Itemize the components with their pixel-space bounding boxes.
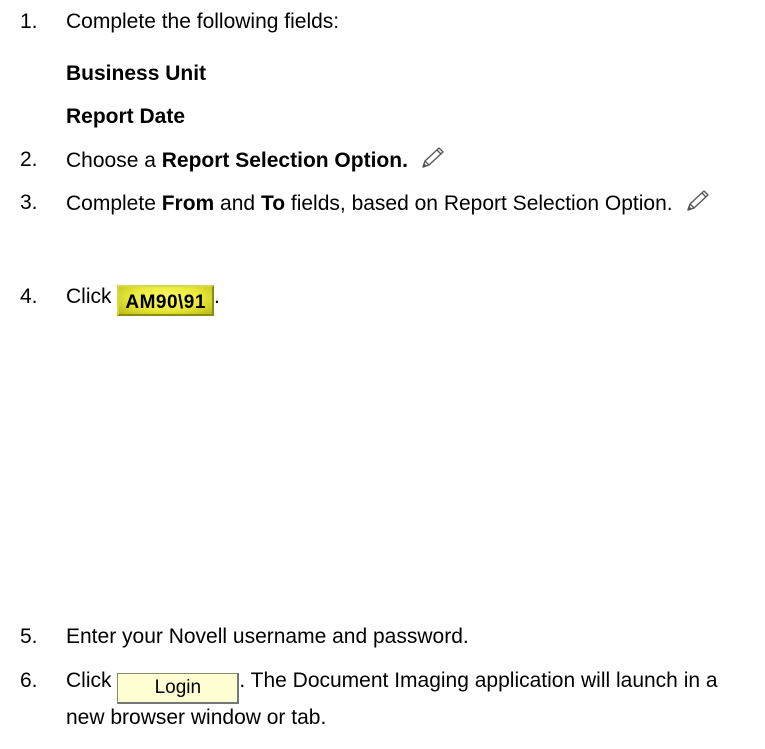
step-number: 1.	[20, 10, 38, 33]
field-report-date: Report Date	[66, 105, 186, 128]
step-number: 4.	[20, 285, 38, 308]
step-text: Complete the following fields:	[66, 10, 340, 33]
to-field-label: To	[260, 192, 286, 215]
step-text-prefix: Choose a	[66, 149, 162, 172]
step-text: Complete From and To fields, based on Re…	[66, 189, 756, 220]
step-number: 3.	[20, 191, 38, 214]
step-text-prefix: Click	[66, 669, 118, 692]
report-selection-option-label: Report Selection Option.	[161, 149, 408, 172]
step-text-prefix: Click	[66, 285, 118, 308]
login-button[interactable]: Login	[117, 673, 240, 704]
pencil-icon	[685, 189, 711, 220]
from-field-label: From	[161, 192, 215, 215]
step-text-suffix: fields, based on Report Selection Option…	[285, 192, 673, 215]
am90-91-button[interactable]: AM90\91	[117, 285, 214, 316]
step-number: 6.	[20, 669, 38, 692]
field-business-unit: Business Unit	[66, 62, 207, 85]
pencil-icon	[420, 146, 446, 177]
step-number: 2.	[20, 148, 38, 171]
step-text: Click Login. The Document Imaging applic…	[66, 667, 756, 731]
step-text: Enter your Novell username and password.	[66, 625, 469, 648]
step-number: 5.	[20, 625, 38, 648]
step-text: Choose a Report Selection Option.	[66, 146, 756, 177]
step-text: Click AM90\91.	[66, 283, 756, 316]
step-text-mid: and	[214, 192, 261, 215]
step-text-suffix: .	[213, 285, 220, 308]
step-text-prefix: Complete	[66, 192, 162, 215]
